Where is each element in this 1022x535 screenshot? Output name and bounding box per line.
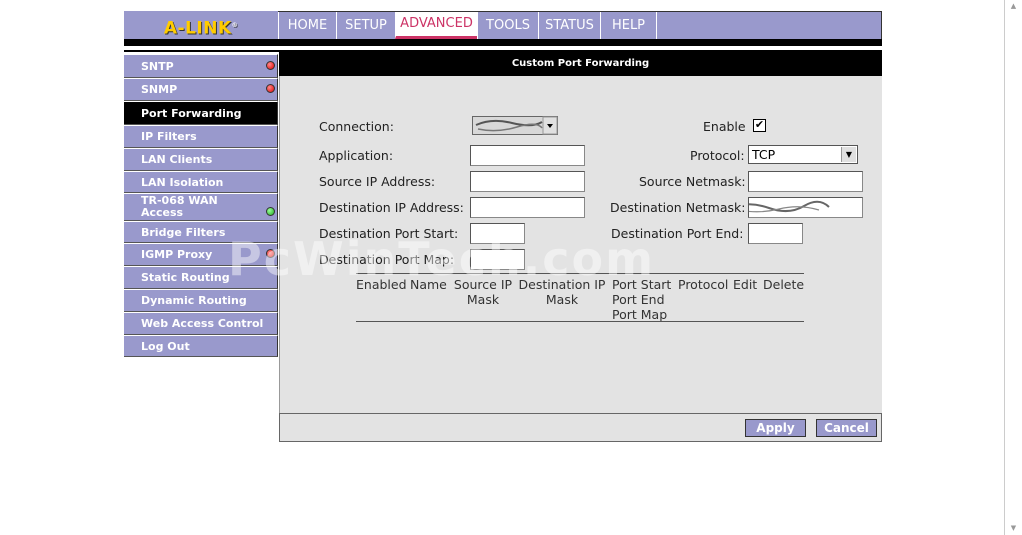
sidebar-item-log-out[interactable]: Log Out (124, 335, 278, 357)
sidebar-item-label: Log Out (141, 340, 190, 353)
sidebar-item-label: Bridge Filters (141, 226, 226, 239)
sidebar-item-label: LAN Isolation (141, 176, 224, 189)
dest-ip-label: Destination IP Address: (319, 200, 464, 215)
browser-scrollbar[interactable]: ▲ ▼ (1004, 0, 1022, 535)
watermark: PcWinTech.com (228, 232, 655, 286)
sidebar-item-label: IP Filters (141, 130, 197, 143)
tab-help[interactable]: HELP (600, 12, 657, 39)
tab-status[interactable]: STATUS (538, 12, 600, 39)
connection-label: Connection: (319, 119, 394, 134)
sidebar-item-lan-clients[interactable]: LAN Clients (124, 148, 278, 171)
sidebar-item-lan-isolation[interactable]: LAN Isolation (124, 171, 278, 193)
sidebar-item-sntp[interactable]: SNTP (124, 54, 278, 78)
sidebar-item-dynamic-routing[interactable]: Dynamic Routing (124, 289, 278, 312)
dest-port-end-input[interactable] (748, 223, 803, 244)
sidebar-item-port-forwarding[interactable]: Port Forwarding (124, 101, 278, 125)
enable-label: Enable (703, 119, 746, 134)
sidebar-item-label: Static Routing (141, 271, 230, 284)
protocol-select[interactable]: TCP ▼ (748, 145, 858, 164)
source-netmask-input[interactable] (748, 171, 863, 192)
page-title: Custom Port Forwarding (279, 52, 882, 76)
col-header-delete: Delete (763, 277, 805, 292)
sidebar-item-label: Dynamic Routing (141, 294, 247, 307)
sidebar-item-ip-filters[interactable]: IP Filters (124, 125, 278, 148)
brand-logo: A-LINK® (124, 11, 278, 40)
dest-netmask-label: Destination Netmask: (610, 200, 746, 215)
sidebar-item-label: SNMP (141, 83, 178, 96)
col-header-edit: Edit (733, 277, 758, 292)
application-label: Application: (319, 148, 394, 163)
table-bottom-rule (356, 321, 804, 322)
sidebar-item-label: TR-068 WAN Access (141, 194, 218, 219)
status-green-icon (266, 207, 275, 216)
sidebar-item-label: SNTP (141, 60, 174, 73)
tab-setup[interactable]: SETUP (336, 12, 395, 39)
source-ip-input[interactable] (470, 171, 585, 192)
status-red-icon (266, 84, 275, 93)
sidebar-item-label: IGMP Proxy (141, 248, 213, 261)
dest-netmask-input[interactable] (748, 197, 863, 218)
status-red-icon (266, 61, 275, 70)
connection-select-graphic (472, 116, 558, 135)
sidebar-item-web-access-control[interactable]: Web Access Control (124, 312, 278, 335)
tab-home[interactable]: HOME (278, 12, 336, 39)
tab-tools[interactable]: TOOLS (477, 12, 538, 39)
scroll-up-icon[interactable]: ▲ (1005, 2, 1022, 10)
protocol-label: Protocol: (690, 148, 745, 163)
tab-advanced[interactable]: ADVANCED (395, 12, 477, 39)
sidebar-item-snmp[interactable]: SNMP (124, 78, 278, 101)
connection-select[interactable] (472, 116, 558, 135)
col-header-protocol: Protocol (678, 277, 729, 292)
application-input[interactable] (470, 145, 585, 166)
dest-ip-input[interactable] (470, 197, 585, 218)
header-divider (124, 39, 882, 46)
chevron-down-icon: ▼ (841, 147, 856, 162)
cancel-button[interactable]: Cancel (816, 419, 877, 437)
sidebar-item-label: Web Access Control (141, 317, 264, 330)
source-ip-label: Source IP Address: (319, 174, 436, 189)
enable-checkbox[interactable]: ✔ (753, 119, 766, 132)
sidebar-item-tr068-wan-access[interactable]: TR-068 WAN Access (124, 193, 278, 221)
sidebar-item-label: Port Forwarding (141, 107, 242, 120)
scroll-down-icon[interactable]: ▼ (1005, 524, 1022, 532)
source-netmask-label: Source Netmask: (639, 174, 746, 189)
dest-netmask-scribble (749, 200, 830, 213)
sidebar-item-label: LAN Clients (141, 153, 213, 166)
apply-button[interactable]: Apply (745, 419, 806, 437)
protocol-selected-value: TCP (752, 147, 776, 162)
